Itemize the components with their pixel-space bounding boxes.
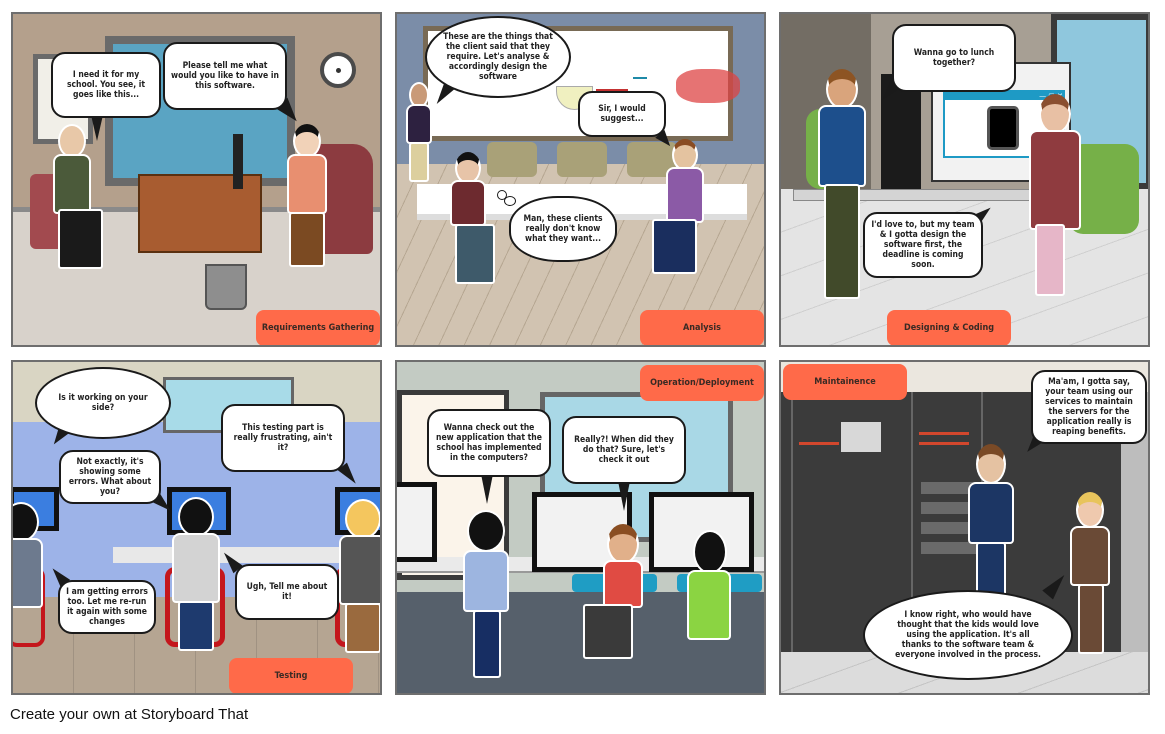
tablet-icon: [987, 106, 1019, 150]
speech-bubble: I know right, who would have thought tha…: [863, 590, 1073, 680]
arrow-icon: [633, 77, 647, 79]
panel-requirements-gathering[interactable]: I need it for my school. You see, it goe…: [11, 12, 382, 347]
stage-label: Maintainence: [783, 364, 907, 400]
panel-designing-coding[interactable]: — ▢ ✕ Wanna go to lunch together? I'd lo…: [779, 12, 1150, 347]
panel-operation-deployment[interactable]: Wanna check out the new application that…: [395, 360, 766, 695]
thought-dot: [504, 196, 516, 206]
speech-bubble: Ugh, Tell me about it!: [235, 564, 339, 620]
chair: [557, 142, 607, 177]
stage-label: Requirements Gathering: [256, 310, 380, 345]
speech-bubble: I need it for my school. You see, it goe…: [51, 52, 161, 118]
panel-analysis[interactable]: These are the things that the client sai…: [395, 12, 766, 347]
stage-label: Operation/Deployment: [640, 365, 764, 401]
panel-maintenance[interactable]: Ma'am, I gotta say, your team using our …: [779, 360, 1150, 695]
speech-bubble: Is it working on your side?: [35, 367, 171, 439]
speech-tail: [481, 474, 493, 504]
speech-tail: [618, 481, 630, 511]
chair: [487, 142, 537, 177]
speech-bubble: Sir, I would suggest...: [578, 91, 666, 137]
stage-label: Analysis: [640, 310, 764, 345]
panel-testing[interactable]: Is it working on your side? This testing…: [11, 360, 382, 695]
storyboard-that-link[interactable]: Create your own at Storyboard That: [10, 706, 248, 723]
monitor: [397, 482, 437, 562]
desk: [138, 174, 262, 253]
server-panel: [841, 422, 881, 452]
speech-bubble: Wanna go to lunch together?: [892, 24, 1016, 92]
speech-bubble: This testing part is really frustrating,…: [221, 404, 345, 472]
speech-tail: [91, 115, 103, 141]
thought-bubble: Man, these clients really don't know wha…: [509, 196, 617, 262]
speech-bubble: These are the things that the client sai…: [425, 16, 571, 98]
speech-bubble: I am getting errors too. Let me re-run i…: [58, 580, 156, 634]
monitor: [233, 134, 243, 189]
speech-bubble: I'd love to, but my team & I gotta desig…: [863, 212, 983, 278]
clock-icon: [320, 52, 356, 88]
trash-can-icon: [205, 264, 247, 310]
speech-bubble: Wanna check out the new application that…: [427, 409, 551, 477]
speech-bubble: Really?! When did they do that? Sure, le…: [562, 416, 686, 484]
speech-bubble: Ma'am, I gotta say, your team using our …: [1031, 370, 1147, 444]
stage-label: Designing & Coding: [887, 310, 1011, 345]
speech-bubble: Not exactly, it's showing some errors. W…: [59, 450, 161, 504]
stage-label: Testing: [229, 658, 353, 693]
motorbike-illustration: [676, 69, 740, 103]
speech-bubble: Please tell me what would you like to ha…: [163, 42, 287, 110]
